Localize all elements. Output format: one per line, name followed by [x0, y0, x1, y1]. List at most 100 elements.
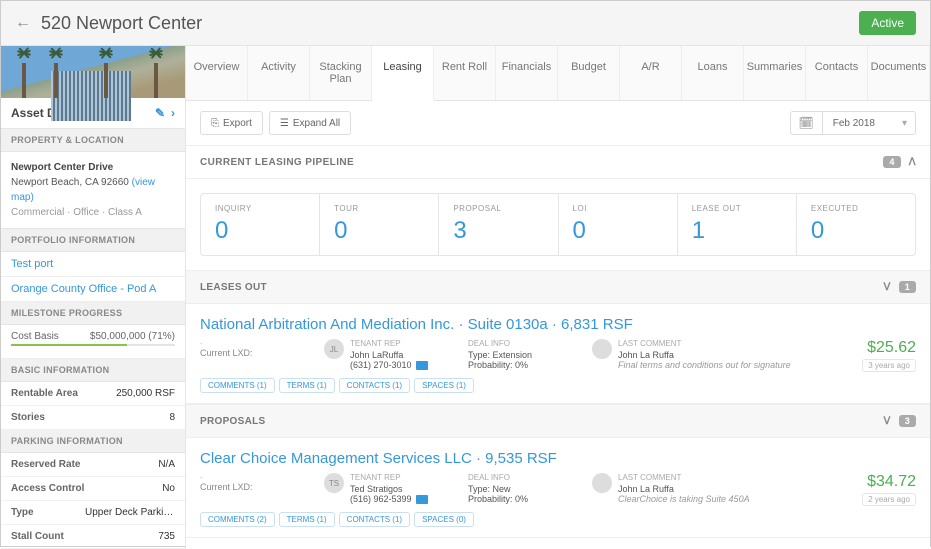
lease-card: Clear Choice Management Services LLC · 9…	[186, 438, 930, 538]
milestone-progress-bar	[11, 344, 175, 346]
avatar	[592, 473, 612, 493]
tab-overview[interactable]: Overview	[186, 46, 248, 100]
tab-stacking-plan[interactable]: Stacking Plan	[310, 46, 372, 100]
chip-row: COMMENTS (1) TERMS (1) CONTACTS (1) SPACES …	[200, 378, 916, 393]
pipeline-stage[interactable]: EXECUTED 0	[797, 194, 915, 255]
info-row: TypeUpper Deck Parking & 2 u...	[1, 501, 185, 525]
info-label: Stories	[11, 412, 45, 423]
property-class: Commercial · Office · Class A	[11, 205, 175, 220]
export-button[interactable]: ⎘Export	[200, 111, 263, 135]
page-title: 520 Newport Center	[41, 13, 202, 34]
chevron-down-icon[interactable]: ᐯ	[884, 282, 891, 293]
pipeline-stage[interactable]: LEASE OUT1	[678, 194, 797, 255]
tab-financials[interactable]: Financials	[496, 46, 558, 100]
lease-title[interactable]: National Arbitration And Mediation Inc. …	[200, 316, 916, 333]
deal-header: DEAL INFO	[468, 339, 578, 348]
info-label: Rentable Area	[11, 388, 78, 399]
mail-icon[interactable]	[416, 361, 428, 370]
info-row: Stories 8	[1, 406, 185, 430]
chip[interactable]: TERMS (1)	[279, 512, 335, 527]
tab-bar: OverviewActivityStacking PlanLeasingRent…	[186, 46, 930, 101]
stage-label: EXECUTED	[811, 204, 901, 213]
stage-value: 0	[811, 217, 901, 245]
comment-text: ClearChoice is taking Suite 450A	[618, 494, 750, 504]
chip[interactable]: COMMENTS (2)	[200, 512, 275, 527]
mail-icon[interactable]	[416, 495, 428, 504]
lxd-label: Current LXD:	[200, 482, 310, 492]
stage-label: PROPOSAL	[453, 204, 543, 213]
chip[interactable]: COMMENTS (1)	[200, 378, 275, 393]
deal-prob: Probability: 0%	[468, 360, 578, 370]
rep-header: TENANT REP	[350, 473, 428, 482]
info-row: Rentable Area 250,000 RSF	[1, 382, 185, 406]
info-value: 8	[169, 412, 175, 423]
comment-header: LAST COMMENT	[618, 339, 791, 348]
pipeline-stage[interactable]: TOUR0	[320, 194, 439, 255]
status-button[interactable]: Active	[859, 11, 916, 35]
tab-leasing[interactable]: Leasing	[372, 46, 434, 101]
tab-summaries[interactable]: Summaries	[744, 46, 806, 100]
lease-card: Flagstar Bank, FSB · Suite 0405a · 3,000…	[186, 538, 930, 549]
back-arrow-icon[interactable]: ←	[15, 14, 31, 32]
info-label: Type	[11, 507, 34, 518]
info-label: Access Control	[11, 483, 84, 494]
stage-label: LOI	[573, 204, 663, 213]
section-title: PROPOSALS	[200, 416, 266, 427]
date-picker[interactable]: 🗓 Feb 2018	[790, 111, 917, 135]
portfolio-info-header: PORTFOLIO INFORMATION	[1, 229, 185, 252]
info-row: Access ControlNo	[1, 477, 185, 501]
chip[interactable]: CONTACTS (1)	[339, 512, 410, 527]
chip[interactable]: CONTACTS (1)	[339, 378, 410, 393]
section-badge: 1	[899, 281, 916, 293]
deal-header: DEAL INFO	[468, 473, 578, 482]
portfolio-link[interactable]: Test port	[1, 252, 185, 277]
tab-rent-roll[interactable]: Rent Roll	[434, 46, 496, 100]
pipeline-stage[interactable]: LOI 0	[559, 194, 678, 255]
tab-documents[interactable]: Documents	[868, 46, 930, 100]
lease-rate: $34.72	[846, 473, 916, 491]
rep-phone: (516) 962-5399	[350, 494, 428, 504]
tab-a-r[interactable]: A/R	[620, 46, 682, 100]
info-label: Stall Count	[11, 531, 64, 542]
stage-label: TOUR	[334, 204, 424, 213]
info-row: Reserved RateN/A	[1, 453, 185, 477]
chip[interactable]: SPACES (1)	[414, 378, 474, 393]
chip[interactable]: SPACES (0)	[414, 512, 474, 527]
tab-budget[interactable]: Budget	[558, 46, 620, 100]
section-header: PROPOSALSᐯ3	[186, 404, 930, 438]
lease-title[interactable]: Clear Choice Management Services LLC · 9…	[200, 450, 916, 467]
expand-all-button[interactable]: ☰Expand All	[269, 111, 351, 135]
chevron-up-icon[interactable]: ᐱ	[909, 157, 916, 168]
deal-type: Type: New	[468, 484, 578, 494]
chip-row: COMMENTS (2) TERMS (1) CONTACTS (1) SPACES …	[200, 512, 916, 527]
portfolio-link[interactable]: Orange County Office - Pod A	[1, 277, 185, 302]
calendar-icon: 🗓	[791, 112, 823, 134]
pipeline-stages: INQUIRY0TOUR0PROPOSAL3LOI0LEASE OUT1EXEC…	[200, 193, 916, 256]
property-location-header: PROPERTY & LOCATION	[1, 129, 185, 152]
page-header: ← 520 Newport Center Active	[1, 1, 930, 46]
tab-loans[interactable]: Loans	[682, 46, 744, 100]
milestone-label: Cost Basis	[11, 331, 59, 342]
chevron-down-icon[interactable]: ᐯ	[884, 416, 891, 427]
property-address: Newport Beach, CA 92660	[11, 177, 129, 188]
lxd-dash: -	[200, 339, 310, 348]
pipeline-stage[interactable]: INQUIRY0	[201, 194, 320, 255]
pipeline-stage[interactable]: PROPOSAL 3	[439, 194, 558, 255]
main-content: OverviewActivityStacking PlanLeasingRent…	[186, 46, 930, 549]
chip[interactable]: TERMS (1)	[279, 378, 335, 393]
tab-contacts[interactable]: Contacts	[806, 46, 868, 100]
chevron-right-icon[interactable]: ›	[171, 106, 175, 120]
lxd-label: Current LXD:	[200, 348, 310, 358]
tab-activity[interactable]: Activity	[248, 46, 310, 100]
comment-header: LAST COMMENT	[618, 473, 750, 482]
comment-text: Final terms and conditions out for signa…	[618, 360, 791, 370]
expand-icon: ☰	[280, 118, 289, 129]
rep-name: John LaRuffa	[350, 350, 428, 360]
stage-value: 3	[453, 217, 543, 245]
rep-header: TENANT REP	[350, 339, 428, 348]
info-value: 250,000 RSF	[116, 388, 175, 399]
edit-icon[interactable]: ✎	[155, 106, 165, 120]
stage-value: 0	[573, 217, 663, 245]
rep-phone: (631) 270-3010	[350, 360, 428, 370]
property-name: Newport Center Drive	[11, 160, 175, 175]
